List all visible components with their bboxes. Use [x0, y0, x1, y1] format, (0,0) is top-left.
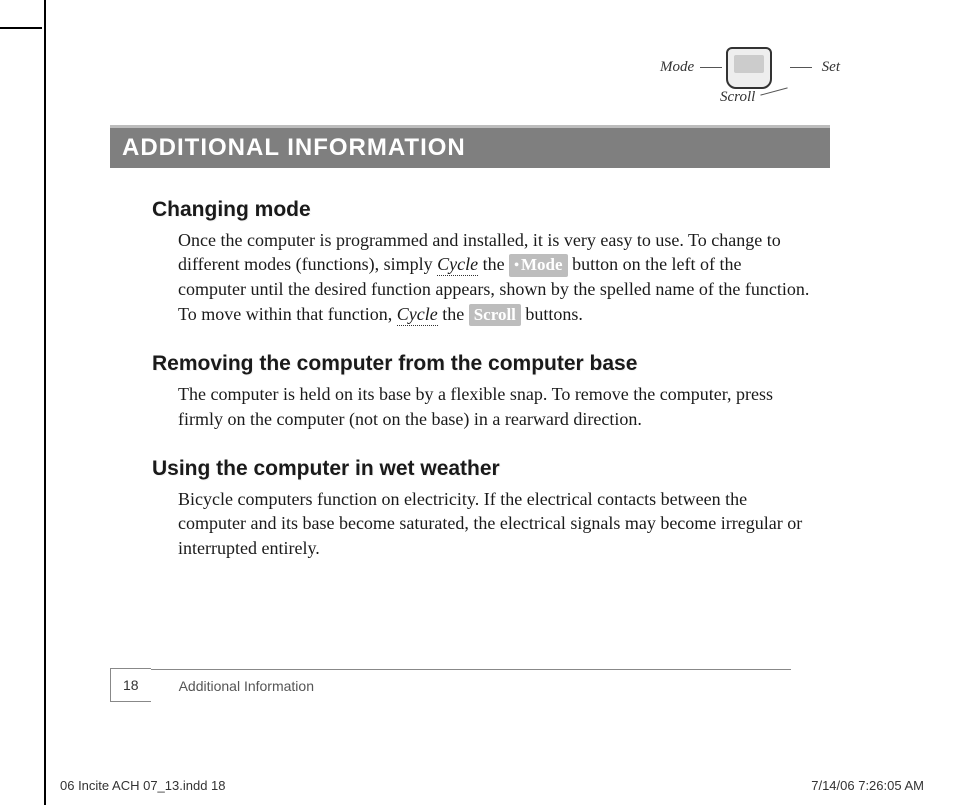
page-footer: 18Additional Information: [110, 668, 830, 702]
subheading-changing-mode: Changing mode: [152, 198, 812, 222]
cycle-action: Cycle: [397, 304, 438, 326]
scroll-button-pill: Scroll: [469, 304, 521, 327]
subheading-removing: Removing the computer from the computer …: [152, 352, 812, 376]
crop-mark-h: [0, 27, 42, 29]
callout-line: [700, 67, 722, 68]
callout-line: [790, 67, 812, 68]
bullet-icon: •: [514, 258, 519, 273]
content-body: Changing mode Once the computer is progr…: [152, 198, 812, 560]
device-mode-label: Mode: [660, 59, 694, 76]
mode-button-pill: •Mode: [509, 254, 567, 277]
device-callout: Mode Set Scroll: [660, 45, 840, 110]
section-header: ADDITIONAL INFORMATION: [110, 125, 830, 168]
paragraph: Once the computer is programmed and inst…: [178, 228, 812, 326]
subheading-wet-weather: Using the computer in wet weather: [152, 457, 812, 481]
cycle-action: Cycle: [437, 254, 478, 276]
paragraph: The computer is held on its base by a fl…: [178, 382, 812, 431]
footer-label: Additional Information: [151, 669, 791, 702]
document-meta: 06 Incite ACH 07_13.indd 18 7/14/06 7:26…: [60, 778, 924, 793]
device-set-label: Set: [822, 59, 840, 76]
crop-mark-v: [44, 0, 46, 805]
meta-timestamp: 7/14/06 7:26:05 AM: [811, 778, 924, 793]
text: buttons.: [521, 304, 583, 324]
text: the: [438, 304, 469, 324]
page-number: 18: [110, 668, 151, 702]
pill-label: Scroll: [474, 305, 516, 324]
paragraph: Bicycle computers function on electricit…: [178, 487, 812, 560]
bike-computer-icon: [726, 47, 772, 89]
pill-label: Mode: [521, 255, 563, 274]
device-scroll-label: Scroll: [720, 89, 755, 106]
meta-filename: 06 Incite ACH 07_13.indd 18: [60, 778, 226, 793]
text: the: [478, 254, 509, 274]
page-content: Mode Set Scroll ADDITIONAL INFORMATION C…: [110, 55, 870, 560]
